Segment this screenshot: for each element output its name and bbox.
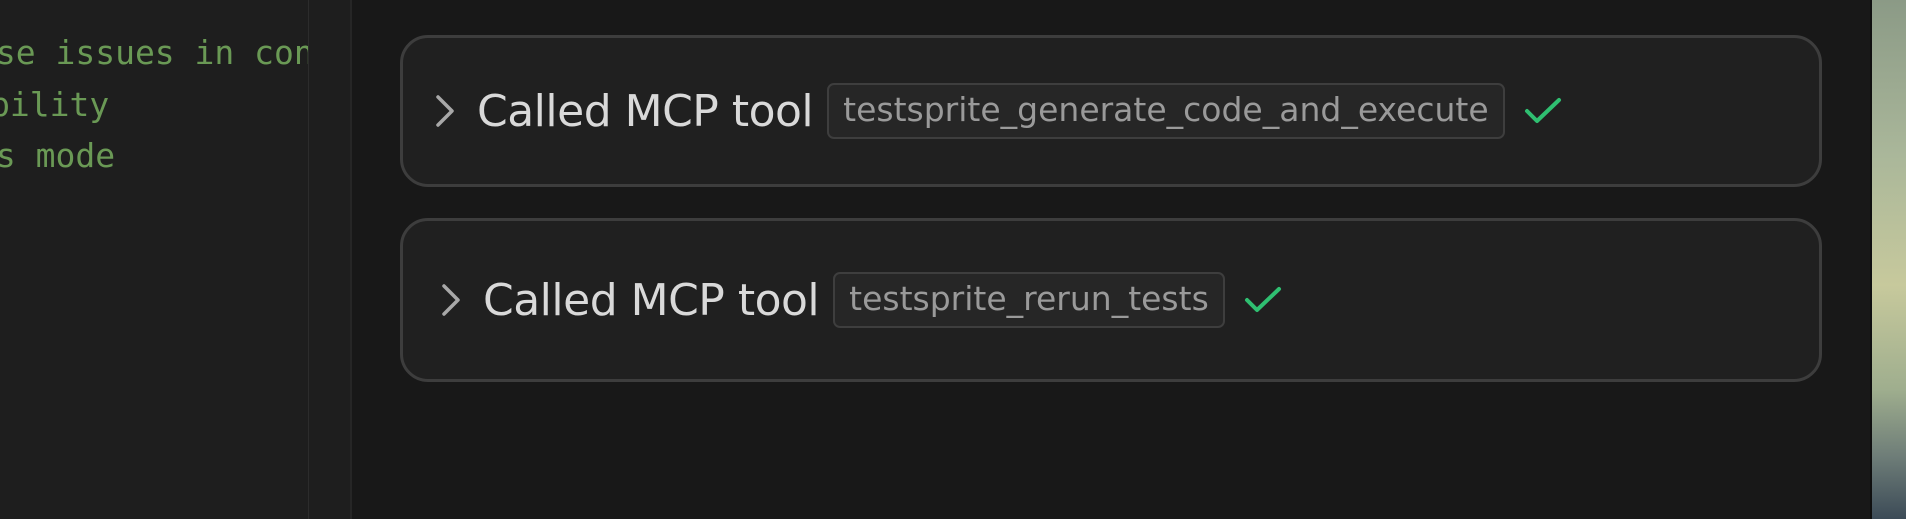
tool-call-card[interactable]: Called MCP tool testsprite_rerun_tests — [400, 218, 1822, 382]
chevron-right-icon[interactable] — [437, 282, 465, 318]
editor-gutter — [308, 0, 351, 519]
chevron-right-icon[interactable] — [431, 93, 459, 129]
checkmark-icon — [1243, 285, 1283, 315]
window-edge — [1870, 0, 1872, 519]
chat-panel: Called MCP tool testsprite_generate_code… — [352, 0, 1870, 519]
code-line: bility — [0, 85, 110, 124]
tool-call-label: Called MCP tool — [483, 274, 820, 326]
code-editor[interactable]: use issues in cont bility ss mode — [0, 0, 308, 519]
checkmark-icon — [1523, 96, 1563, 126]
tool-call-card[interactable]: Called MCP tool testsprite_generate_code… — [400, 35, 1822, 187]
desktop-wallpaper — [1870, 0, 1906, 519]
app-window: use issues in cont bility ss mode Called… — [0, 0, 1906, 519]
code-line: ss mode — [0, 136, 116, 175]
tool-name-badge: testsprite_generate_code_and_execute — [827, 83, 1505, 139]
tool-call-label: Called MCP tool — [477, 85, 814, 137]
tool-name-badge: testsprite_rerun_tests — [833, 272, 1225, 328]
code-line: use issues in cont — [0, 33, 308, 72]
